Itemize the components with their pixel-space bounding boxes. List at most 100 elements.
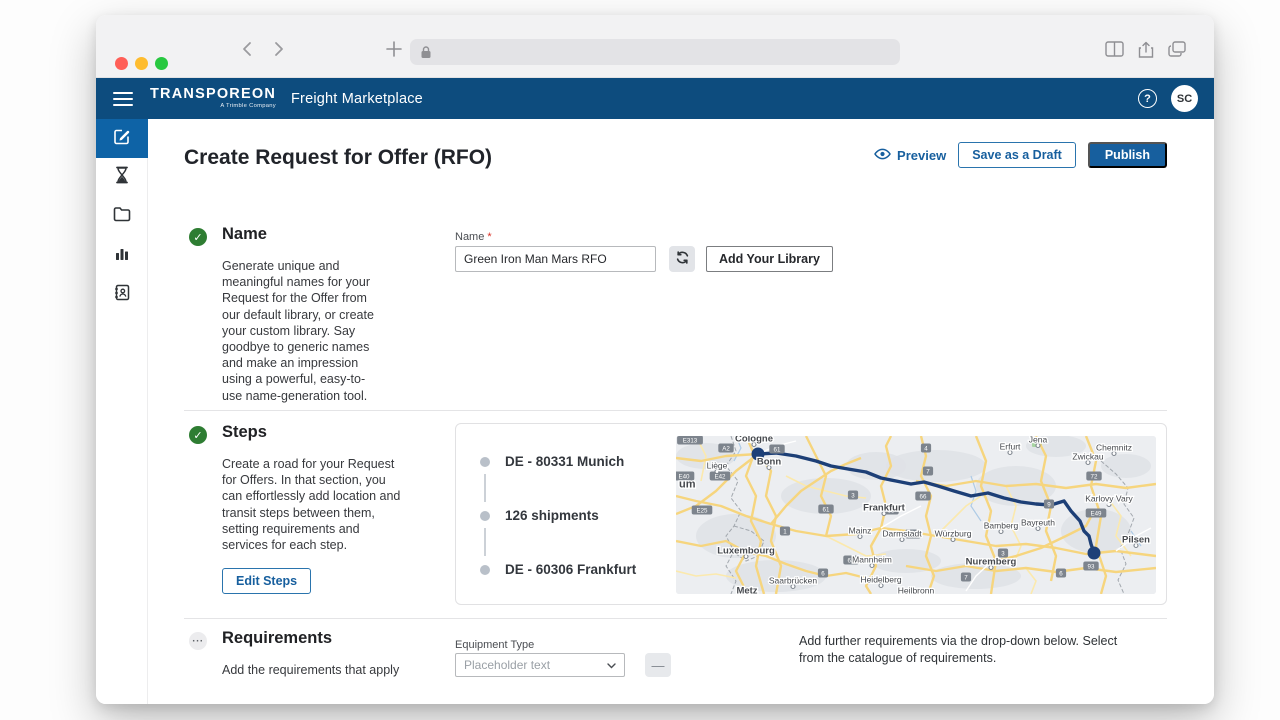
step-shipments: 126 shipments	[505, 508, 599, 523]
regenerate-name-button[interactable]	[669, 246, 695, 272]
back-button[interactable]	[240, 41, 256, 57]
equipment-type-label: Equipment Type	[455, 639, 534, 651]
svg-text:Zwickau: Zwickau	[1072, 452, 1103, 462]
sidebar-item-create-rfo[interactable]	[96, 119, 148, 158]
eye-icon	[874, 148, 891, 163]
step-connector	[484, 528, 486, 556]
svg-text:Luxembourg: Luxembourg	[717, 546, 775, 557]
preview-label: Preview	[897, 148, 946, 163]
name-field-label: Name *	[455, 231, 492, 243]
page-actions: Preview Save as a Draft Publish	[874, 142, 1167, 168]
step-connector	[484, 474, 486, 502]
svg-text:E25: E25	[696, 507, 708, 514]
page-title: Create Request for Offer (RFO)	[184, 146, 492, 170]
step-dot	[480, 457, 490, 467]
chevron-down-icon	[607, 656, 616, 674]
requirements-section-title: Requirements	[222, 629, 332, 648]
svg-text:72: 72	[1091, 473, 1098, 480]
publish-button[interactable]: Publish	[1088, 142, 1167, 168]
requirements-note: Add further requirements via the drop-do…	[799, 633, 1121, 666]
svg-text:7: 7	[964, 574, 968, 581]
svg-text:9: 9	[1047, 501, 1051, 508]
help-icon[interactable]: ?	[1138, 89, 1157, 108]
bar-chart-icon	[114, 245, 130, 266]
requirements-section-description: Add the requirements that apply	[222, 662, 422, 678]
requirements-pending-icon: ···	[189, 632, 207, 650]
svg-text:E313: E313	[683, 437, 698, 444]
svg-text:66: 66	[920, 493, 927, 500]
sidebar-item-contacts[interactable]	[96, 275, 148, 314]
svg-text:1: 1	[783, 528, 787, 535]
name-section-title: Name	[222, 225, 267, 244]
forward-button[interactable]	[270, 41, 286, 57]
svg-text:4: 4	[924, 445, 928, 452]
svg-text:Heilbronn: Heilbronn	[898, 586, 935, 595]
name-complete-check-icon: ✓	[189, 228, 207, 246]
zoom-window-button[interactable]	[155, 57, 168, 70]
sidebar-item-reports[interactable]	[96, 236, 148, 275]
step-dot	[480, 565, 490, 575]
user-avatar[interactable]: SC	[1171, 85, 1198, 112]
app-header: TRANSPOREON A Trimble Company Freight Ma…	[96, 78, 1214, 119]
transporeon-logo: TRANSPOREON A Trimble Company	[150, 87, 276, 109]
close-window-button[interactable]	[115, 57, 128, 70]
select-placeholder: Placeholder text	[464, 658, 607, 672]
svg-text:Darmstadt: Darmstadt	[882, 529, 922, 539]
svg-text:Saarbrücken: Saarbrücken	[769, 576, 817, 586]
menu-icon[interactable]	[113, 92, 133, 106]
svg-text:6: 6	[821, 570, 825, 577]
step-destination: DE - 60306 Frankfurt	[505, 562, 636, 577]
reading-list-icon[interactable]	[1105, 41, 1124, 59]
edit-document-icon	[113, 127, 131, 150]
refresh-icon	[675, 250, 690, 268]
svg-text:Frankfurt: Frankfurt	[863, 503, 906, 514]
svg-text:61: 61	[774, 446, 781, 453]
sidebar	[96, 119, 148, 704]
svg-text:Bayreuth: Bayreuth	[1021, 518, 1055, 528]
svg-text:3: 3	[851, 492, 855, 499]
svg-text:E42: E42	[714, 473, 726, 480]
route-summary-card: DE - 80331 Munich 126 shipments DE - 603…	[455, 423, 1167, 605]
hourglass-icon	[114, 166, 130, 189]
rfo-name-input[interactable]	[455, 246, 656, 272]
sidebar-item-folders[interactable]	[96, 197, 148, 236]
add-your-library-button[interactable]: Add Your Library	[706, 246, 833, 272]
svg-text:61: 61	[823, 506, 830, 513]
address-book-icon	[114, 284, 131, 306]
logo-tagline: A Trimble Company	[150, 104, 276, 110]
step-dot	[480, 511, 490, 521]
svg-text:Würzburg: Würzburg	[935, 529, 972, 539]
save-draft-button[interactable]: Save as a Draft	[958, 142, 1076, 168]
svg-text:Nuremberg: Nuremberg	[966, 557, 1017, 568]
svg-text:Erfurt: Erfurt	[1000, 442, 1021, 452]
minimize-window-button[interactable]	[135, 57, 148, 70]
svg-text:Metz: Metz	[736, 586, 757, 595]
svg-text:Jena: Jena	[1029, 436, 1048, 445]
route-map: E313A2E40E42E256136366614772E49936937166…	[676, 436, 1156, 594]
svg-text:6: 6	[1059, 570, 1063, 577]
required-asterisk: *	[487, 231, 491, 243]
svg-text:A2: A2	[722, 445, 730, 452]
svg-text:Karlovy Vary: Karlovy Vary	[1085, 494, 1133, 504]
remove-requirement-button[interactable]: —	[645, 653, 671, 677]
preview-button[interactable]: Preview	[874, 148, 946, 163]
svg-text:E49: E49	[1090, 510, 1102, 517]
new-tab-button[interactable]	[385, 40, 403, 58]
steps-complete-check-icon: ✓	[189, 426, 207, 444]
section-divider	[184, 618, 1167, 619]
tabs-overview-icon[interactable]	[1168, 41, 1186, 59]
browser-toolbar	[96, 15, 1214, 78]
equipment-type-select[interactable]: Placeholder text	[455, 653, 625, 677]
svg-text:7: 7	[926, 468, 930, 475]
sidebar-item-pending[interactable]	[96, 158, 148, 197]
svg-text:Liège: Liège	[707, 461, 728, 471]
main-content: Create Request for Offer (RFO) Preview S…	[148, 119, 1214, 704]
edit-steps-button[interactable]: Edit Steps	[222, 568, 311, 594]
minus-icon: —	[652, 658, 665, 673]
address-bar[interactable]	[410, 39, 900, 65]
svg-text:Mainz: Mainz	[849, 526, 872, 536]
browser-toolbar-right	[1105, 41, 1186, 59]
svg-text:Heidelberg: Heidelberg	[860, 575, 901, 585]
folder-icon	[113, 206, 131, 227]
share-icon[interactable]	[1138, 41, 1154, 59]
